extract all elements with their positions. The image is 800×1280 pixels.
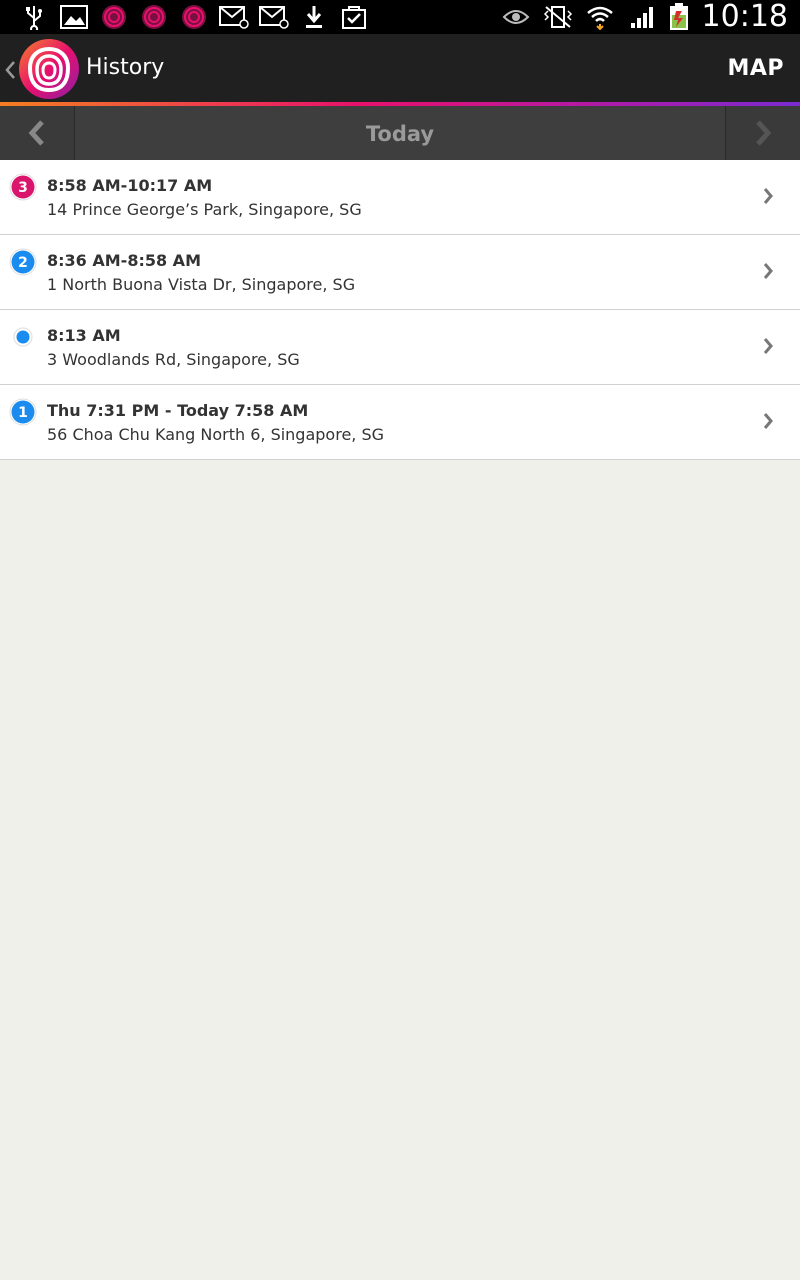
svg-text:3: 3 xyxy=(18,180,28,196)
chevron-right-icon xyxy=(763,188,773,204)
vibrate-off-icon xyxy=(542,2,574,32)
shopping-bag-icon xyxy=(338,2,370,32)
chevron-left-icon xyxy=(28,120,44,146)
life360-logo-icon[interactable] xyxy=(18,38,80,100)
life360-notification-icon xyxy=(138,2,170,32)
svg-text:2: 2 xyxy=(18,255,28,271)
numbered-marker-icon: 2 xyxy=(9,248,37,276)
next-day-button[interactable] xyxy=(725,106,800,160)
history-time: Thu 7:31 PM - Today 7:58 AM xyxy=(47,401,309,420)
chevron-right-icon xyxy=(763,263,773,279)
day-navigation: Today xyxy=(0,106,800,160)
previous-day-button[interactable] xyxy=(0,106,75,160)
life360-notification-icon xyxy=(178,2,210,32)
history-list: 3 8:58 AM-10:17 AM 14 Prince George’s Pa… xyxy=(0,160,800,460)
history-row[interactable]: 2 8:36 AM-8:58 AM 1 North Buona Vista Dr… xyxy=(0,235,800,310)
back-chevron-icon[interactable] xyxy=(4,58,16,82)
history-time: 8:13 AM xyxy=(47,326,121,345)
history-row[interactable]: 8:13 AM 3 Woodlands Rd, Singapore, SG xyxy=(0,310,800,385)
life360-notification-icon xyxy=(98,2,130,32)
battery-charging-icon xyxy=(668,2,690,32)
download-icon xyxy=(298,2,330,32)
gallery-icon xyxy=(58,2,90,32)
history-time: 8:58 AM-10:17 AM xyxy=(47,176,213,195)
numbered-marker-icon: 3 xyxy=(9,173,37,201)
history-row[interactable]: 1 Thu 7:31 PM - Today 7:58 AM 56 Choa Ch… xyxy=(0,385,800,460)
location-dot-icon xyxy=(13,327,33,347)
eye-icon xyxy=(500,2,532,32)
day-label: Today xyxy=(365,122,435,146)
notification-icons xyxy=(18,2,370,32)
page-title: History xyxy=(86,55,165,80)
signal-icon xyxy=(626,2,658,32)
email-icon xyxy=(218,2,250,32)
usb-icon xyxy=(18,2,50,32)
system-icons: 10:18 xyxy=(500,0,788,34)
email-icon xyxy=(258,2,290,32)
history-address: 1 North Buona Vista Dr, Singapore, SG xyxy=(47,275,356,294)
chevron-right-icon xyxy=(756,120,772,146)
history-address: 3 Woodlands Rd, Singapore, SG xyxy=(47,350,300,369)
history-address: 14 Prince George’s Park, Singapore, SG xyxy=(47,200,362,219)
numbered-marker-icon: 1 xyxy=(9,398,37,426)
chevron-right-icon xyxy=(763,413,773,429)
chevron-right-icon xyxy=(763,338,773,354)
history-address: 56 Choa Chu Kang North 6, Singapore, SG xyxy=(47,425,385,444)
status-bar: 10:18 xyxy=(0,0,800,34)
status-time: 10:18 xyxy=(701,0,788,34)
map-button[interactable]: MAP xyxy=(727,34,784,102)
wifi-icon xyxy=(584,2,616,32)
svg-text:1: 1 xyxy=(18,405,28,421)
history-row[interactable]: 3 8:58 AM-10:17 AM 14 Prince George’s Pa… xyxy=(0,160,800,235)
history-time: 8:36 AM-8:58 AM xyxy=(47,251,201,270)
